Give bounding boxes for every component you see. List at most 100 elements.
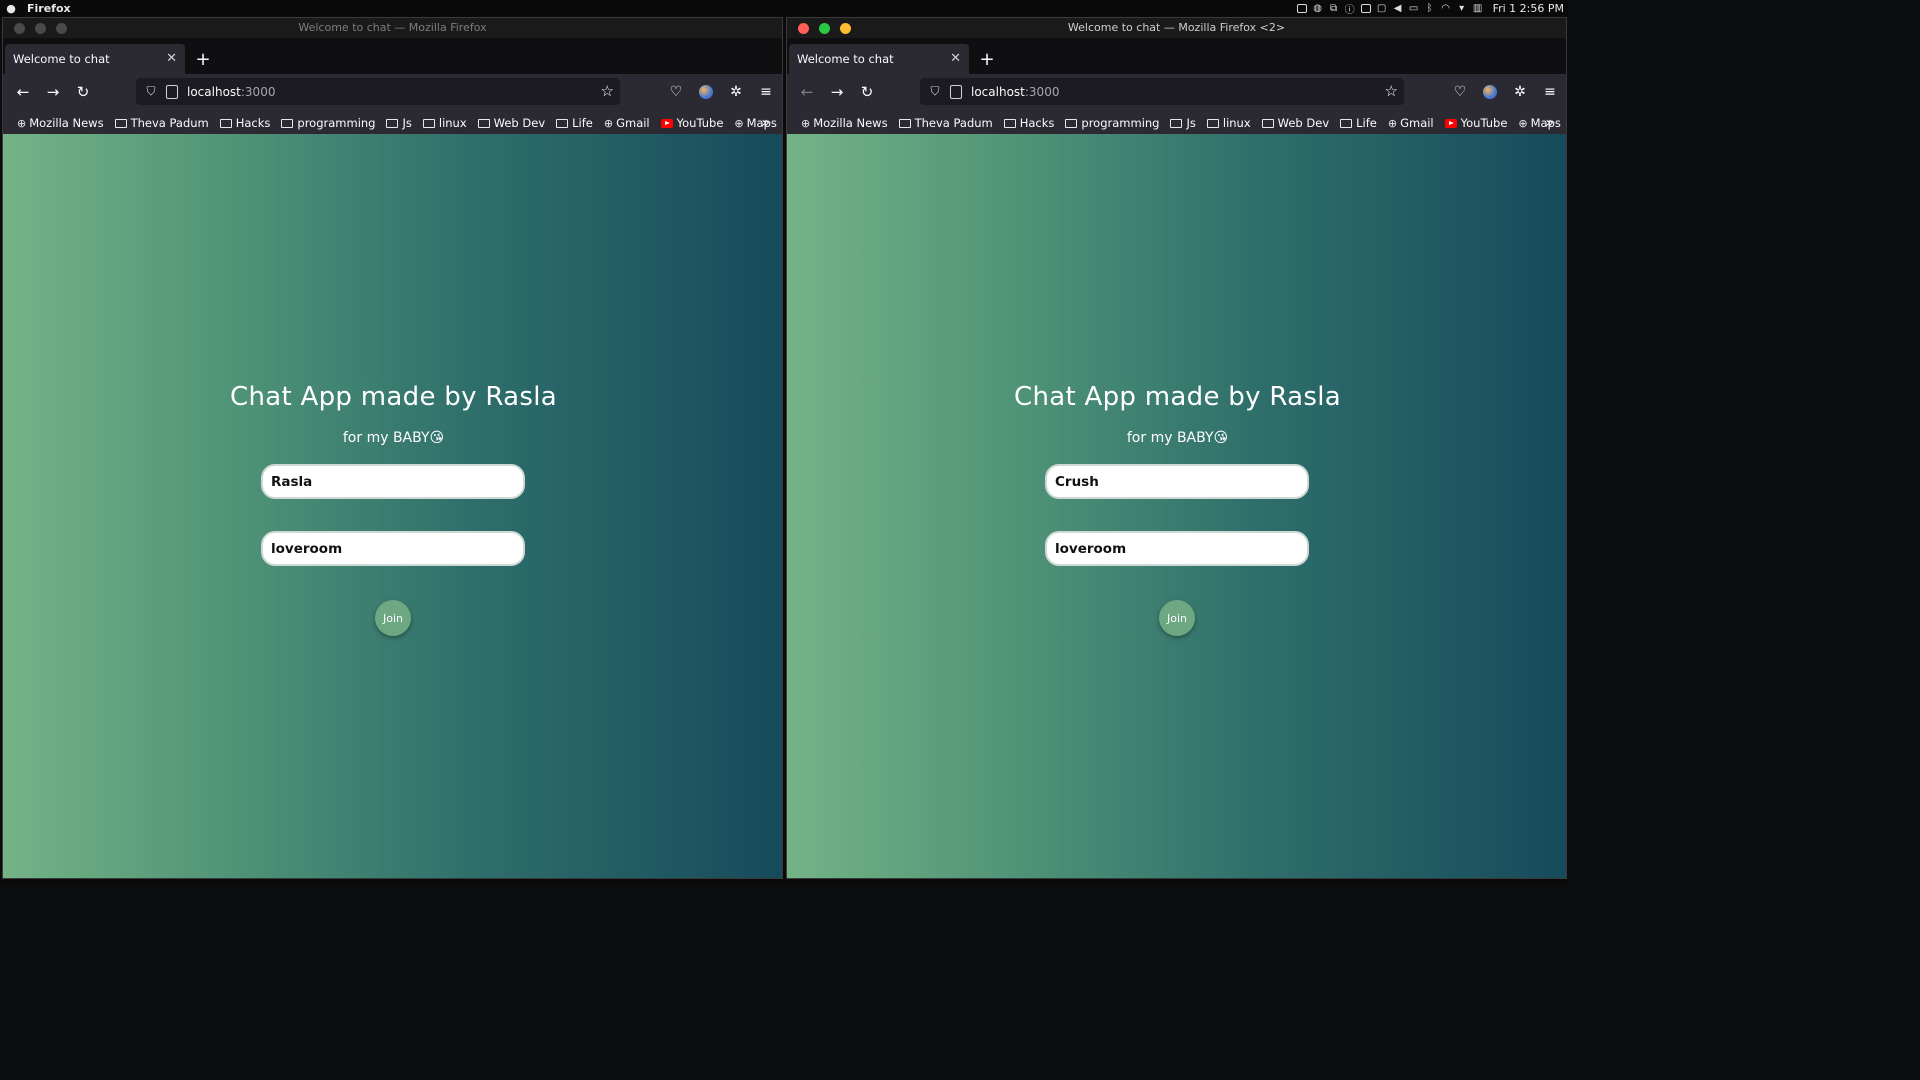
window-titlebar[interactable]: Welcome to chat — Mozilla Firefox <2>: [787, 18, 1566, 38]
tab-welcome[interactable]: Welcome to chat ✕: [5, 44, 185, 74]
screen-bottom-edge: [0, 879, 1568, 882]
bluetooth-icon[interactable]: ᛒ: [1425, 3, 1435, 14]
bookmark-youtube[interactable]: YouTube: [1444, 116, 1507, 130]
bookmark-linux[interactable]: linux: [1206, 116, 1251, 130]
apple-icon[interactable]: ●: [3, 2, 19, 15]
shield-icon[interactable]: ⛉: [928, 84, 942, 99]
extension-icon[interactable]: [696, 77, 716, 107]
screen-icon[interactable]: ▢: [1377, 3, 1387, 14]
battery-icon[interactable]: ▭: [1409, 3, 1419, 14]
toolbar-icons: ♡ ✲ ≡: [666, 77, 776, 107]
settings-gear-icon[interactable]: ✲: [726, 77, 746, 107]
back-button[interactable]: ←: [792, 77, 822, 107]
wifi-icon[interactable]: ◠: [1441, 3, 1451, 14]
settings-gear-icon[interactable]: ✲: [1510, 77, 1530, 107]
folder-icon: [386, 118, 399, 128]
bookmark-js[interactable]: Js: [386, 116, 412, 130]
folder-icon: [1170, 118, 1183, 128]
bookmarks-overflow-icon[interactable]: »: [761, 115, 770, 131]
browser-window-right: Welcome to chat — Mozilla Firefox <2> We…: [786, 17, 1567, 879]
bookmark-maps[interactable]: ⊕ Maps: [1518, 116, 1560, 130]
folder-icon: [1065, 118, 1078, 128]
shield-icon[interactable]: ⛉: [144, 84, 158, 99]
bookmark-web-dev[interactable]: Web Dev: [1261, 116, 1329, 130]
folder-icon: [114, 118, 127, 128]
forward-button[interactable]: →: [38, 77, 68, 107]
keyboard-icon[interactable]: [1296, 4, 1307, 14]
close-tab-icon[interactable]: ✕: [166, 51, 177, 66]
folder-icon: [1261, 118, 1274, 128]
volume-icon[interactable]: ◀: [1393, 3, 1403, 14]
bookmark-life[interactable]: Life: [1340, 116, 1377, 130]
bookmark-gmail[interactable]: ⊕ Gmail: [604, 116, 650, 130]
clipboard-icon[interactable]: ⧉: [1329, 3, 1339, 14]
bookmark-hacks[interactable]: Hacks: [219, 116, 270, 130]
dropdown-icon[interactable]: ▾: [1457, 3, 1467, 14]
url-bar[interactable]: ⛉ localhost:3000 ☆: [920, 78, 1404, 105]
url-port: :3000: [1024, 84, 1060, 99]
bookmark-life[interactable]: Life: [556, 116, 593, 130]
join-button[interactable]: Join: [375, 600, 411, 636]
close-tab-icon[interactable]: ✕: [950, 51, 961, 66]
system-menubar: ● Firefox ◍ ⧉ ⓘ ▢ ◀ ▭ ᛒ ◠ ▾ ▥ Fri 1 2:56…: [0, 0, 1568, 17]
room-input[interactable]: loveroom: [261, 531, 525, 566]
bookmark-youtube[interactable]: YouTube: [660, 116, 723, 130]
browser-window-left: Welcome to chat — Mozilla Firefox Welcom…: [2, 17, 783, 879]
page-icon[interactable]: [166, 84, 178, 99]
window-titlebar[interactable]: Welcome to chat — Mozilla Firefox: [3, 18, 782, 38]
notification-icon[interactable]: ◍: [1313, 3, 1323, 14]
bookmark-js[interactable]: Js: [1170, 116, 1196, 130]
window-icon[interactable]: [1360, 4, 1371, 14]
menu-icon[interactable]: ≡: [1540, 77, 1560, 107]
reload-button[interactable]: ↻: [852, 77, 882, 107]
name-input[interactable]: Rasla: [261, 464, 525, 499]
join-button[interactable]: Join: [1159, 600, 1195, 636]
url-bar[interactable]: ⛉ localhost:3000 ☆: [136, 78, 620, 105]
url-port: :3000: [240, 84, 276, 99]
tab-welcome[interactable]: Welcome to chat ✕: [789, 44, 969, 74]
active-app-name[interactable]: Firefox: [27, 2, 71, 15]
page-icon[interactable]: [950, 84, 962, 99]
folder-icon: [1206, 118, 1219, 128]
folder-icon: [556, 118, 569, 128]
youtube-icon: [1444, 118, 1457, 128]
trash-icon[interactable]: ▥: [1473, 3, 1483, 14]
bookmark-linux[interactable]: linux: [422, 116, 467, 130]
globe-icon: ⊕: [801, 116, 811, 130]
clock[interactable]: Fri 1 2:56 PM: [1493, 2, 1564, 15]
folder-icon: [1003, 118, 1016, 128]
bookmarks-overflow-icon[interactable]: »: [1545, 115, 1554, 131]
tab-title: Welcome to chat: [797, 52, 894, 66]
page-content: Chat App made by Rasla for my BABY😘 Rasl…: [3, 134, 782, 878]
back-button[interactable]: ←: [8, 77, 38, 107]
bookmark-theva-padum[interactable]: Theva Padum: [114, 116, 209, 130]
new-tab-button[interactable]: +: [189, 44, 217, 74]
bookmark-programming[interactable]: programming: [1065, 116, 1159, 130]
reload-button[interactable]: ↻: [68, 77, 98, 107]
bookmark-mozilla-news[interactable]: ⊕ Mozilla News: [17, 116, 104, 130]
page-title: Chat App made by Rasla: [230, 382, 557, 412]
room-input[interactable]: loveroom: [1045, 531, 1309, 566]
bookmark-star-icon[interactable]: ☆: [1385, 82, 1398, 100]
globe-icon: ⊕: [603, 116, 614, 130]
pocket-icon[interactable]: ♡: [666, 77, 686, 107]
name-input[interactable]: Crush: [1045, 464, 1309, 499]
bookmark-mozilla-news[interactable]: ⊕ Mozilla News: [801, 116, 888, 130]
extension-icon[interactable]: [1480, 77, 1500, 107]
bookmark-maps[interactable]: ⊕ Maps: [734, 116, 776, 130]
pocket-icon[interactable]: ♡: [1450, 77, 1470, 107]
menu-icon[interactable]: ≡: [756, 77, 776, 107]
globe-icon: ⊕: [1387, 116, 1398, 130]
bookmarks-toolbar: ⊕ Mozilla News Theva Padum Hacks programm…: [787, 110, 1566, 137]
bookmark-theva-padum[interactable]: Theva Padum: [898, 116, 993, 130]
bookmark-web-dev[interactable]: Web Dev: [477, 116, 545, 130]
forward-button[interactable]: →: [822, 77, 852, 107]
globe-icon: ⊕: [1518, 116, 1528, 130]
bookmark-star-icon[interactable]: ☆: [601, 82, 614, 100]
folder-icon: [281, 118, 294, 128]
bookmark-hacks[interactable]: Hacks: [1003, 116, 1054, 130]
info-icon[interactable]: ⓘ: [1345, 4, 1355, 16]
bookmark-programming[interactable]: programming: [281, 116, 375, 130]
new-tab-button[interactable]: +: [973, 44, 1001, 74]
bookmark-gmail[interactable]: ⊕ Gmail: [1388, 116, 1434, 130]
